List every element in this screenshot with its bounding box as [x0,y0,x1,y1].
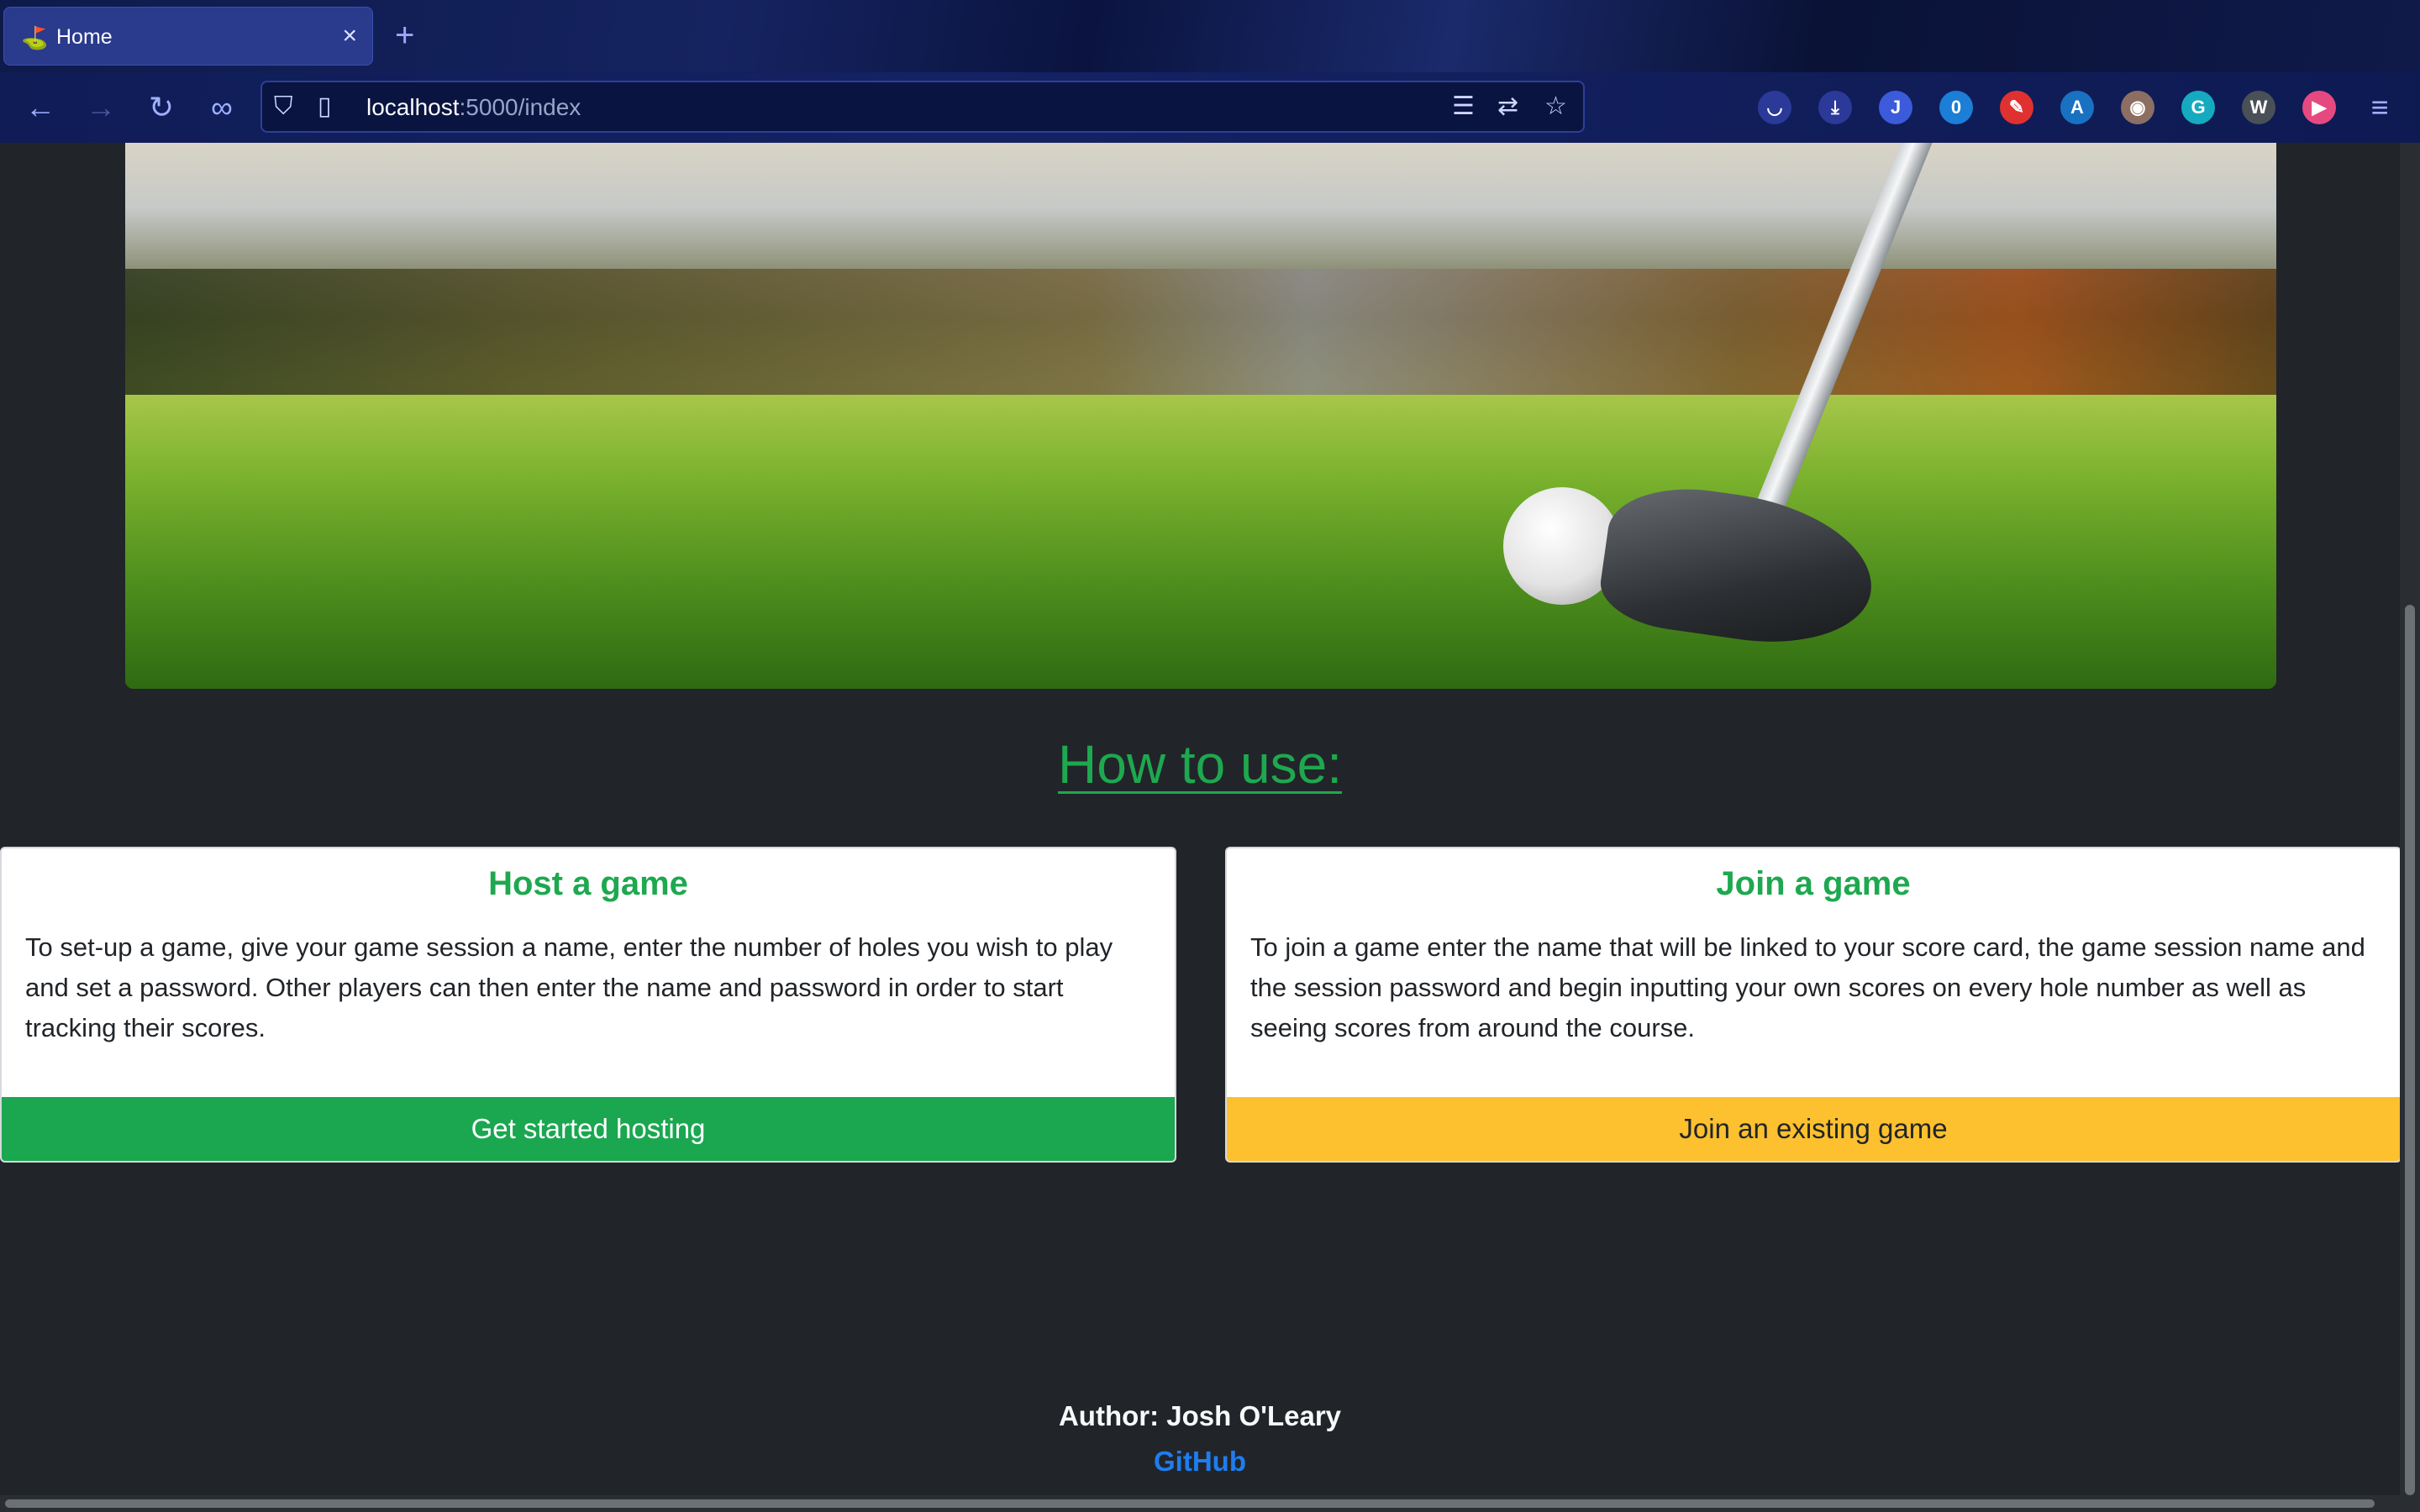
github-link[interactable]: GitHub [0,1445,2400,1478]
vertical-scrollbar[interactable] [2400,143,2420,1512]
notification-icon[interactable]: 0 [1939,91,1973,124]
forward-icon[interactable]: → [81,87,121,128]
shield-icon[interactable]: ⛉ [274,92,293,121]
join-card-text: To join a game enter the name that will … [1250,932,2365,1042]
private-mask-icon[interactable]: ∞ [202,87,242,128]
golf-flag-icon: ⛳ [21,25,49,50]
pen-icon[interactable]: ✎ [2000,91,2033,124]
horizontal-scrollbar[interactable] [0,1495,2400,1512]
tab-bar: ⛳ Home × + [0,0,2420,72]
downloads-icon[interactable]: ⤓ [1818,91,1852,124]
tab-title: Home [56,25,113,49]
url-path: :5000/index [459,94,581,120]
host-card-text: To set-up a game, give your game session… [25,932,1113,1042]
reader-view-icon[interactable]: ☰ [1452,92,1475,121]
translate-icon[interactable]: ⇄ [1497,92,1518,121]
bookmark-star-icon[interactable]: ☆ [1544,92,1567,121]
host-game-card: Host a game To set-up a game, give your … [0,847,1176,1163]
page-content: How to use: Host a game To set-up a game… [0,143,2420,1512]
new-tab-icon[interactable]: + [395,17,414,54]
tab-home[interactable]: ⛳ Home × [3,7,373,66]
translate-extension-icon[interactable]: A [2060,91,2094,124]
account-icon[interactable]: J [1879,91,1912,124]
url-text[interactable]: localhost:5000/index [366,94,581,121]
pocket-icon[interactable]: ◡ [1758,91,1791,124]
menu-icon[interactable]: ≡ [2360,87,2400,128]
grammarly-icon[interactable]: G [2181,91,2215,124]
get-started-hosting-button[interactable]: Get started hosting [2,1097,1175,1161]
close-tab-icon[interactable]: × [342,23,357,50]
address-bar[interactable]: ⛉ ▯ localhost:5000/index ☰ ⇄ ☆ [260,81,1585,133]
w-extension-icon[interactable]: W [2242,91,2275,124]
media-player-icon[interactable]: ▶ [2302,91,2336,124]
join-card-title: Join a game [1716,865,1911,902]
join-existing-game-button[interactable]: Join an existing game [1227,1097,2400,1161]
back-icon[interactable]: ← [20,87,60,128]
footer-author: Author: Josh O'Leary [1058,1400,1342,1431]
hero-golf-image [125,143,2276,689]
navigation-toolbar: ← → ↻ ∞ ⛉ ▯ localhost:5000/index ☰ ⇄ ☆ ◡… [0,72,2420,143]
host-card-title: Host a game [488,865,688,902]
join-game-card: Join a game To join a game enter the nam… [1225,847,2402,1163]
reload-icon[interactable]: ↻ [141,87,182,128]
cookie-icon[interactable]: ◉ [2121,91,2154,124]
page-info-icon[interactable]: ▯ [318,92,332,121]
page-heading: How to use: [1058,734,1342,795]
horizontal-scrollbar-thumb[interactable] [5,1499,2375,1508]
url-host: localhost [366,94,460,120]
hero-grass [125,395,2276,689]
vertical-scrollbar-thumb[interactable] [2405,605,2415,1495]
